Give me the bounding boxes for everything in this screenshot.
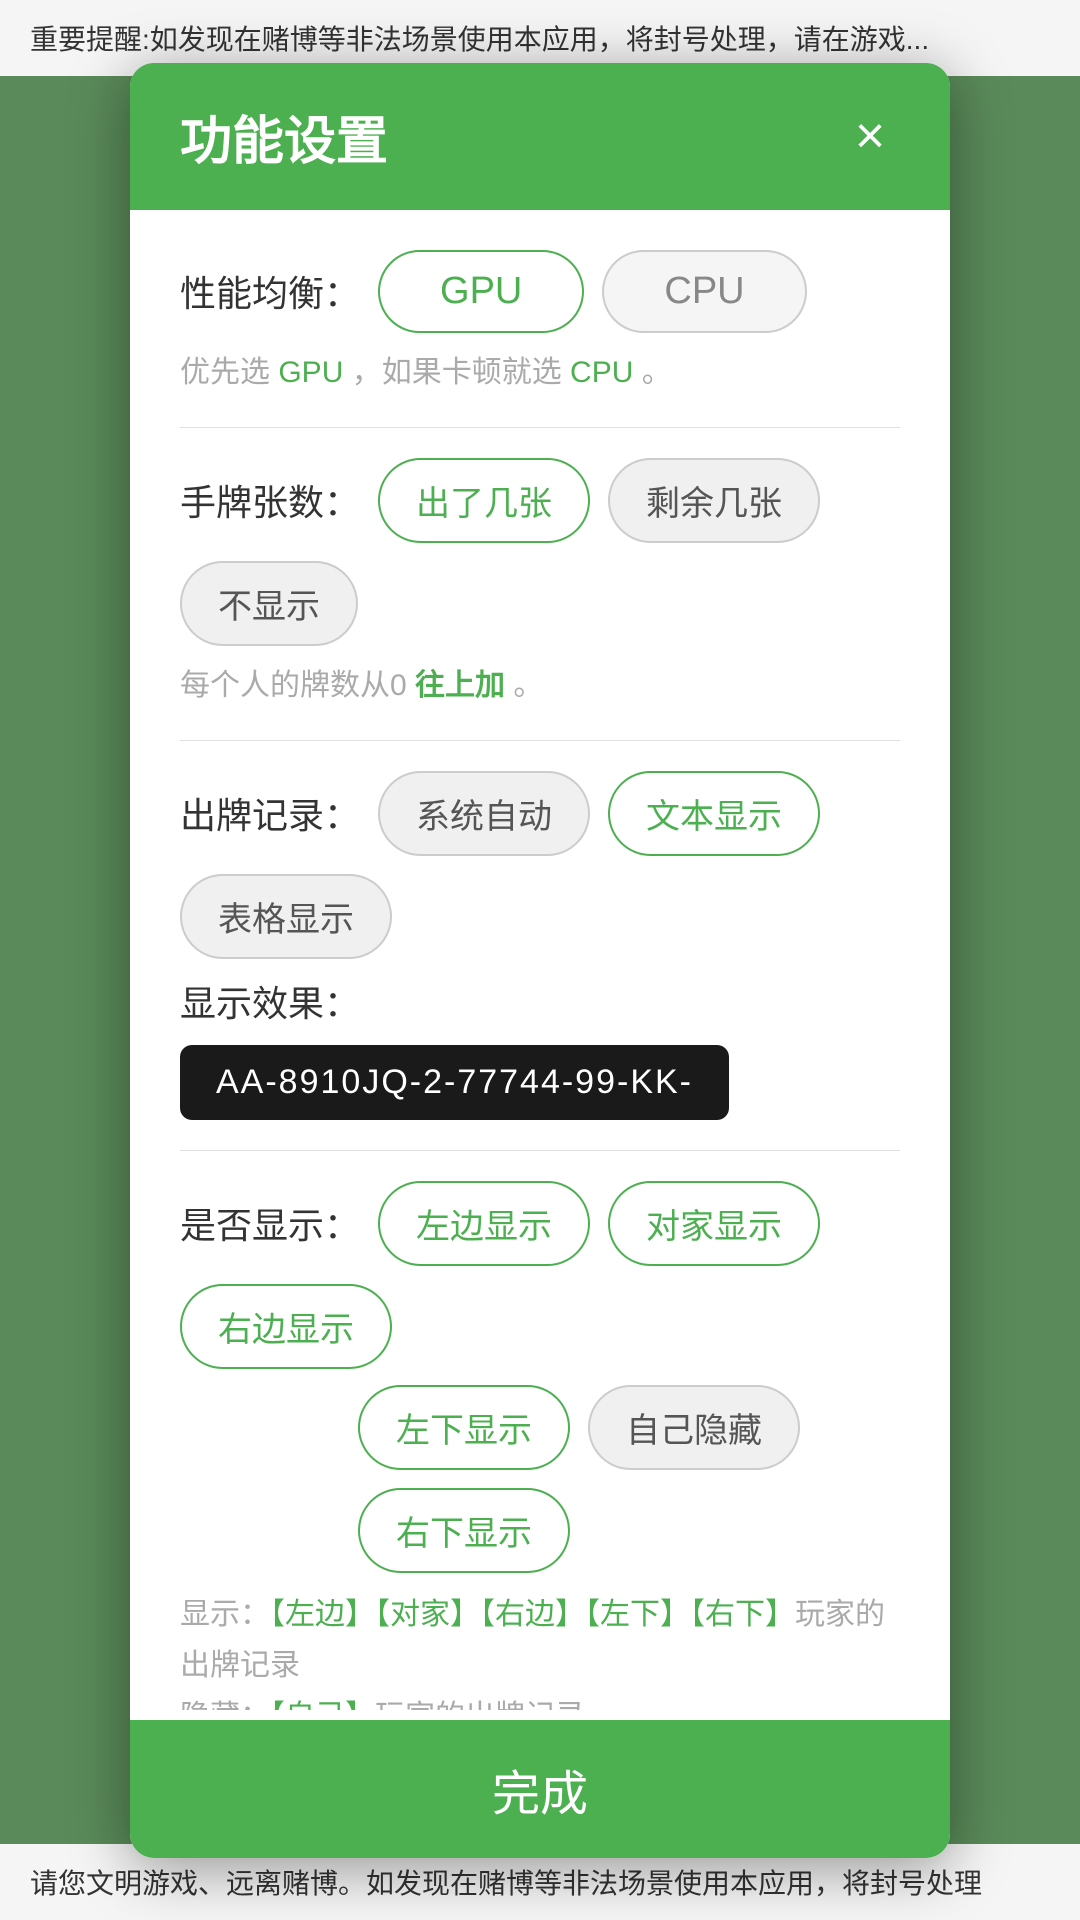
left-show-btn[interactable]: 左边显示: [378, 1181, 590, 1266]
performance-hint: 优先选 GPU ，如果卡顿就选 CPU 。: [180, 349, 900, 397]
display-effect-row: 显示效果： AA-8910JQ-2-77744-99-KK-: [180, 975, 900, 1120]
lower-left-show-btn[interactable]: 左下显示: [358, 1385, 570, 1470]
hand-cards-hint: 每个人的牌数从0 往上加 。: [180, 662, 900, 710]
cpu-button[interactable]: CPU: [602, 250, 806, 333]
complete-button[interactable]: 完成: [130, 1720, 950, 1858]
modal-backdrop: 功能设置 × 性能均衡： GPU CPU 优先选 GPU ，如果卡顿就选 CPU…: [0, 0, 1080, 1920]
gpu-button[interactable]: GPU: [378, 250, 584, 333]
text-display-btn[interactable]: 文本显示: [608, 771, 820, 856]
performance-label: 性能均衡：: [180, 265, 360, 317]
hand-cards-section: 手牌张数： 出了几张 剩余几张 不显示 每个人的牌数从0 往上加 。: [180, 458, 900, 710]
modal-body: 性能均衡： GPU CPU 优先选 GPU ，如果卡顿就选 CPU 。 手牌张数…: [130, 210, 950, 1710]
performance-row: 性能均衡： GPU CPU: [180, 250, 900, 333]
modal-dialog: 功能设置 × 性能均衡： GPU CPU 优先选 GPU ，如果卡顿就选 CPU…: [130, 63, 950, 1858]
show-hide-label: 是否显示：: [180, 1197, 360, 1249]
right-show-btn[interactable]: 右边显示: [180, 1284, 392, 1369]
lower-right-show-btn[interactable]: 右下显示: [358, 1488, 570, 1573]
display-effect-label: 显示效果：: [180, 975, 360, 1027]
close-button[interactable]: ×: [840, 106, 900, 166]
divider-2: [180, 740, 900, 741]
opposite-show-btn[interactable]: 对家显示: [608, 1181, 820, 1266]
show-hint-line: 显示：【左边】【对家】【右边】【左下】【右下】玩家的出牌记录: [180, 1589, 900, 1691]
auto-btn[interactable]: 系统自动: [378, 771, 590, 856]
card-record-section: 出牌记录： 系统自动 文本显示 表格显示 显示效果： AA-8910JQ-2-7…: [180, 771, 900, 1120]
hand-cards-row: 手牌张数： 出了几张 剩余几张 不显示: [180, 458, 900, 646]
display-effect-value: AA-8910JQ-2-77744-99-KK-: [180, 1045, 729, 1120]
card-record-row: 出牌记录： 系统自动 文本显示 表格显示: [180, 771, 900, 959]
hand-cards-label: 手牌张数：: [180, 474, 360, 526]
cards-remain-btn[interactable]: 剩余几张: [608, 458, 820, 543]
show-hide-row1: 是否显示： 左边显示 对家显示 右边显示: [180, 1181, 900, 1369]
show-hide-row2: 左下显示 自己隐藏 右下显示: [180, 1385, 900, 1573]
cards-hide-btn[interactable]: 不显示: [180, 561, 358, 646]
performance-section: 性能均衡： GPU CPU 优先选 GPU ，如果卡顿就选 CPU 。: [180, 250, 900, 397]
card-record-label: 出牌记录：: [180, 787, 360, 839]
show-hide-hint: 显示：【左边】【对家】【右边】【左下】【右下】玩家的出牌记录 隐藏：【自己】玩家…: [180, 1589, 900, 1710]
table-display-btn[interactable]: 表格显示: [180, 874, 392, 959]
self-hide-btn[interactable]: 自己隐藏: [588, 1385, 800, 1470]
modal-title: 功能设置: [180, 99, 388, 174]
divider-1: [180, 427, 900, 428]
modal-header: 功能设置 ×: [130, 63, 950, 210]
hide-hint-line: 隐藏：【自己】玩家的出牌记录: [180, 1691, 900, 1710]
divider-3: [180, 1150, 900, 1151]
cards-played-btn[interactable]: 出了几张: [378, 458, 590, 543]
show-hide-section: 是否显示： 左边显示 对家显示 右边显示 左下显示 自己隐藏 右下显示 显示：【…: [180, 1181, 900, 1710]
